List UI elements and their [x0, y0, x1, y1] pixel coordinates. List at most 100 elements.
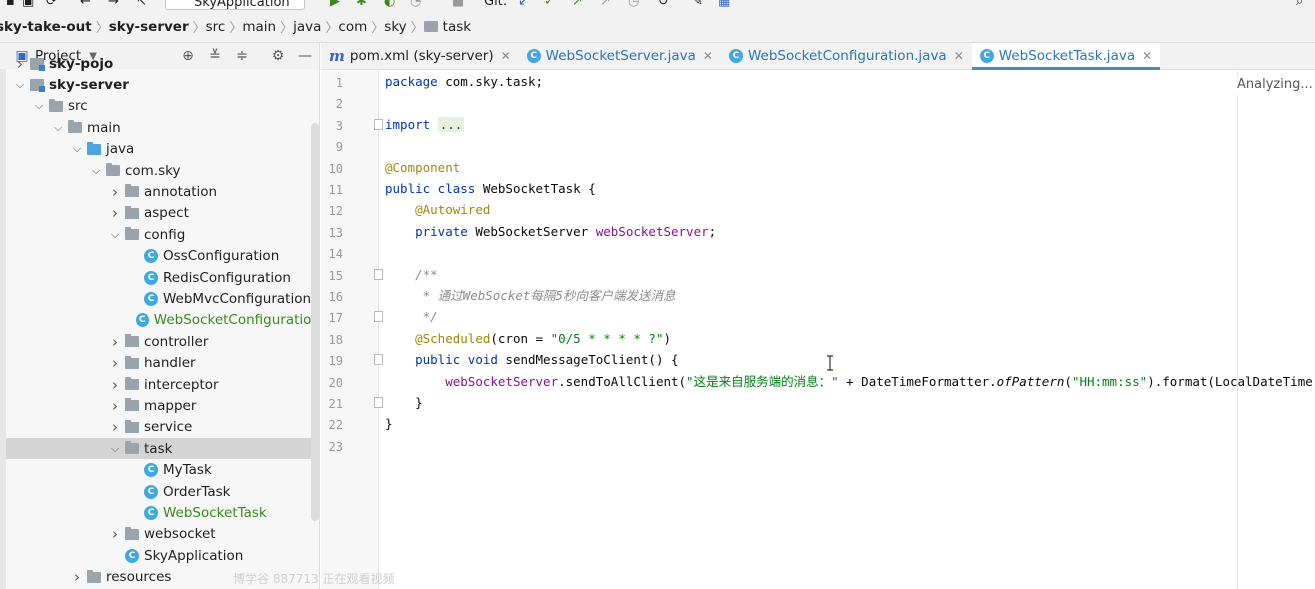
- breadcrumb-item[interactable]: java 〉: [293, 17, 344, 37]
- chevron-right-icon[interactable]: ›: [109, 525, 121, 543]
- chevron-right-icon[interactable]: ›: [14, 55, 26, 73]
- run-config-label: SkyApplication: [194, 0, 290, 10]
- chevron-down-icon[interactable]: ⌵: [14, 78, 26, 92]
- chevron-down-icon[interactable]: ⌵: [90, 164, 102, 178]
- tree-item-ossconfiguration[interactable]: ›COssConfiguration: [6, 246, 319, 267]
- project-structure-icon[interactable]: ▦: [718, 0, 730, 10]
- breadcrumb-item[interactable]: task: [423, 19, 471, 35]
- code-line-18: @Scheduled(cron = "0/5 * * * * ?"): [415, 331, 672, 346]
- tree-item-src[interactable]: ⌵ src: [6, 96, 319, 117]
- chevron-down-icon[interactable]: ⌵: [52, 121, 64, 135]
- history-icon[interactable]: ◷: [628, 0, 639, 10]
- tree-item-websocketconfiguration[interactable]: ›CWebSocketConfiguration: [6, 310, 319, 331]
- tree-item-skyapplication[interactable]: ›CSkyApplication: [6, 545, 319, 566]
- coverage-icon[interactable]: ◐: [384, 0, 395, 10]
- menu-icon[interactable]: ▪: [6, 0, 15, 10]
- tree-item-controller[interactable]: › controller: [6, 331, 319, 352]
- close-icon[interactable]: ✕: [954, 49, 964, 63]
- search-icon[interactable]: ⌕: [1296, 0, 1303, 10]
- chevron-right-icon[interactable]: ›: [109, 418, 121, 436]
- tree-item-annotation[interactable]: › annotation: [6, 181, 319, 202]
- build-icon[interactable]: ↖: [136, 0, 147, 10]
- tree-item-webmvcconfiguration[interactable]: ›CWebMvcConfiguration: [6, 288, 319, 309]
- tab-pom-xml[interactable]: m pom.xml (sky-server) ✕: [321, 43, 519, 69]
- tree-item-websocket[interactable]: › websocket: [6, 524, 319, 545]
- tree-item-label: config: [144, 226, 186, 243]
- chevron-right-icon[interactable]: ›: [109, 204, 121, 222]
- chevron-right-icon[interactable]: ›: [109, 354, 121, 372]
- package-icon: [106, 163, 120, 176]
- debug-icon[interactable]: ✱: [356, 0, 367, 10]
- code-editor[interactable]: 1 2 3 9 10 11 12 13 14 15 16 17 18 19 20 21 22 23 package…: [321, 71, 1315, 589]
- tab-websocketconfiguration-java[interactable]: C WebSocketConfiguration.java ✕: [721, 43, 972, 69]
- save-icon[interactable]: ▣: [22, 0, 34, 10]
- breadcrumb-item[interactable]: com 〉: [338, 17, 390, 37]
- line-number: 21: [328, 397, 343, 411]
- tree-item-websockettask[interactable]: ›CWebSocketTask: [6, 502, 319, 523]
- forward-icon[interactable]: →: [108, 0, 119, 10]
- git-commit-icon[interactable]: ✓: [544, 0, 555, 10]
- editor-tabs: m pom.xml (sky-server) ✕ C WebSocketServ…: [321, 43, 1315, 70]
- chevron-right-icon[interactable]: ›: [109, 397, 121, 415]
- tree-item-sky-pojo[interactable]: › sky-pojo: [6, 53, 319, 74]
- chevron-right-icon[interactable]: ›: [109, 183, 121, 201]
- chevron-down-icon[interactable]: ⌵: [109, 442, 121, 456]
- chevron-right-icon[interactable]: ›: [109, 376, 121, 394]
- tree-item-interceptor[interactable]: › interceptor: [6, 374, 319, 395]
- tree-item-com-sky[interactable]: ⌵ com.sky: [6, 160, 319, 181]
- fold-marker-icon[interactable]: [374, 119, 383, 130]
- project-tree[interactable]: › sky-pojo ⌵ sky-server ⌵ src ⌵ main ⌵ java ⌵ com.s…: [6, 55, 319, 589]
- tree-item-label: interceptor: [144, 376, 219, 393]
- tree-item-sky-server[interactable]: ⌵ sky-server: [6, 74, 319, 95]
- tree-item-mapper[interactable]: › mapper: [6, 395, 319, 416]
- folder-icon: [68, 120, 82, 134]
- main-toolbar: ▪ ▣ ⟳ ← → ↖ SkyApplication ▶ ✱ ◐ ◔ ■ Git…: [0, 0, 1315, 11]
- back-icon[interactable]: ←: [80, 0, 91, 10]
- breadcrumb-item[interactable]: sky-server 〉: [109, 17, 212, 37]
- fold-marker-icon[interactable]: [374, 311, 383, 322]
- tree-item-aspect[interactable]: › aspect: [6, 203, 319, 224]
- tree-item-mytask[interactable]: ›CMyTask: [6, 460, 319, 481]
- stop-icon[interactable]: ■: [452, 0, 464, 10]
- tree-item-handler[interactable]: › handler: [6, 353, 319, 374]
- tree-item-java[interactable]: ⌵ java: [6, 139, 319, 160]
- tree-item-label: RedisConfiguration: [163, 269, 291, 286]
- chevron-right-icon[interactable]: ›: [71, 568, 83, 586]
- chevron-right-icon[interactable]: ›: [109, 333, 121, 351]
- breadcrumb-item[interactable]: main 〉: [242, 17, 299, 37]
- sync-icon[interactable]: ⟳: [46, 0, 57, 10]
- line-number: 12: [328, 204, 343, 218]
- run-icon[interactable]: ▶: [330, 0, 340, 10]
- fold-marker-icon[interactable]: [374, 354, 383, 365]
- tree-item-redisconfiguration[interactable]: ›CRedisConfiguration: [6, 267, 319, 288]
- close-icon[interactable]: ✕: [501, 49, 511, 63]
- fold-marker-icon[interactable]: [374, 397, 383, 408]
- git-update-icon[interactable]: ↙: [518, 0, 529, 10]
- tree-item-label: src: [68, 98, 88, 115]
- tree-item-service[interactable]: › service: [6, 417, 319, 438]
- chevron-down-icon[interactable]: ⌵: [33, 99, 45, 113]
- tab-websockettask-java[interactable]: C WebSocketTask.java ✕: [971, 43, 1161, 70]
- git-branch-icon[interactable]: ↗: [600, 0, 611, 10]
- profile-icon[interactable]: ◔: [410, 0, 421, 10]
- tree-item-task[interactable]: ⌵ task: [6, 438, 319, 460]
- tree-item-label: com.sky: [125, 162, 181, 179]
- git-push-icon[interactable]: ↗: [572, 0, 583, 10]
- rollback-icon[interactable]: ↺: [658, 0, 669, 10]
- close-icon[interactable]: ✕: [703, 49, 713, 63]
- tree-item-label: annotation: [144, 183, 218, 200]
- tree-item-main[interactable]: ⌵ main: [6, 117, 319, 138]
- close-icon[interactable]: ✕: [1142, 49, 1152, 63]
- folded-imports[interactable]: ...: [437, 117, 465, 132]
- breadcrumb-item[interactable]: sky-take-out 〉: [0, 17, 115, 37]
- analysis-status: Analyzing...: [1237, 77, 1315, 95]
- chevron-down-icon[interactable]: ⌵: [109, 228, 121, 242]
- fold-marker-icon[interactable]: [374, 269, 383, 280]
- tree-item-config[interactable]: ⌵ config: [6, 224, 319, 245]
- tree-scrollbar[interactable]: [311, 123, 319, 521]
- chevron-down-icon[interactable]: ⌵: [71, 142, 83, 156]
- tab-websocketserver-java[interactable]: C WebSocketServer.java ✕: [519, 43, 721, 69]
- tree-item-ordertask[interactable]: ›COrderTask: [6, 481, 319, 502]
- settings-wrench-icon[interactable]: ✎: [692, 0, 703, 10]
- run-configuration-select[interactable]: SkyApplication: [165, 0, 305, 10]
